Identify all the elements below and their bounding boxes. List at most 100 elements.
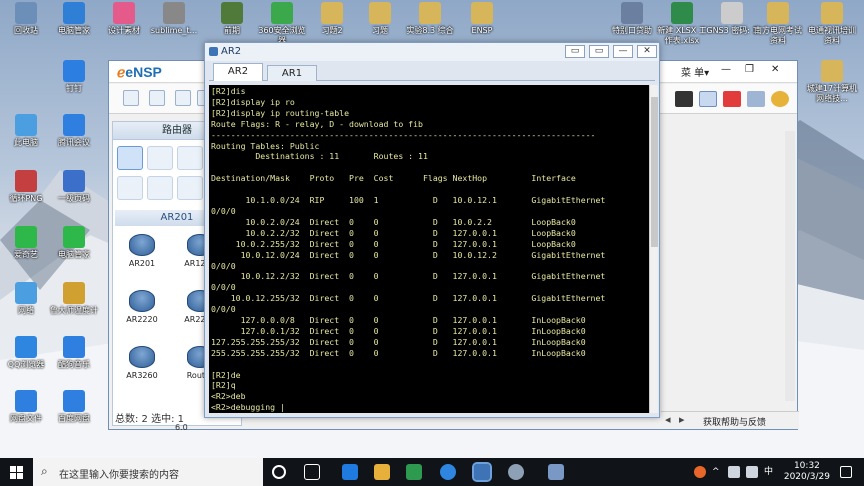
router-category-icon[interactable] (117, 146, 143, 170)
desktop-icon[interactable]: 网盘文件 (0, 390, 52, 424)
virtualbox-icon[interactable] (508, 464, 524, 480)
desktop-icon[interactable]: 城建17计算机网络技... (806, 60, 858, 104)
terminal-maximize-button[interactable]: — (613, 45, 633, 58)
ensp-vertical-scrollbar[interactable] (785, 131, 795, 401)
desktop-icon[interactable]: 钉钉 (48, 60, 100, 94)
desktop-icon-label: 习题2 (321, 26, 343, 35)
scroll-left-icon[interactable]: ◂ (665, 413, 671, 426)
tab-ar1[interactable]: AR1 (267, 65, 317, 81)
input-method-icon[interactable]: 中 (764, 466, 776, 478)
desktop-icon[interactable]: 腾讯会议 (48, 114, 100, 148)
desktop-app-icon (321, 2, 343, 24)
desktop-icon[interactable]: 回收站 (0, 2, 52, 36)
terminal-close-button[interactable]: ✕ (637, 45, 657, 58)
chat-icon[interactable] (699, 91, 717, 107)
terminal-minimize-button[interactable]: ▭ (565, 45, 585, 58)
terminal-console[interactable]: [R2]dis [R2]display ip ro [R2]display ip… (209, 85, 649, 413)
file-explorer-icon[interactable] (374, 464, 390, 480)
desktop-icon[interactable]: 电脑管家 (48, 226, 100, 260)
tray-app-icon[interactable] (694, 466, 706, 478)
device-label: AR201 (128, 259, 156, 268)
desktop-icon[interactable]: 酷狗音乐 (48, 336, 100, 370)
desktop-icon-label: QQ浏览器 (7, 360, 45, 369)
clock[interactable]: 10:32 2020/3/29 (784, 461, 830, 483)
help-icon[interactable] (771, 91, 789, 107)
desktop-icon[interactable]: 一级页码 (48, 170, 100, 204)
desktop-icon[interactable]: 设计素材 (98, 2, 150, 36)
desktop-icon-label: 网盘文件 (10, 414, 42, 423)
desktop-icon[interactable]: 实验8.3 综合 (404, 2, 456, 36)
cloud-category-icon[interactable] (147, 176, 173, 200)
device-item[interactable]: AR3260 (121, 346, 163, 380)
desktop-icon[interactable]: 循环PNG (0, 170, 52, 204)
firewall-category-icon[interactable] (177, 176, 203, 200)
settings-icon[interactable] (747, 91, 765, 107)
minimize-button[interactable]: — (721, 64, 731, 75)
terminal-titlebar: AR2 ▭ ▭ — ✕ (205, 43, 659, 61)
desktop-icon[interactable]: GNS3 密码: 1 (706, 2, 758, 36)
desktop-icon[interactable]: 爱奇艺 (0, 226, 52, 260)
taskbar-search-box[interactable]: ⌕ 在这里输入你要搜索的内容 (33, 458, 263, 486)
store-icon[interactable] (406, 464, 422, 480)
desktop-icon[interactable]: QQ浏览器 (0, 336, 52, 370)
desktop-icon[interactable]: 电通视讯培训资料 (806, 2, 858, 46)
pc-category-icon[interactable] (117, 176, 143, 200)
tab-ar2[interactable]: AR2 (213, 63, 263, 81)
desktop-app-icon (63, 60, 85, 82)
desktop-icon-label: 爱奇艺 (14, 250, 38, 259)
notification-icon[interactable] (840, 466, 852, 478)
desktop-app-icon (15, 282, 37, 304)
task-view-icon[interactable] (304, 464, 320, 480)
app-taskbar-icon[interactable] (548, 464, 564, 480)
edge-icon[interactable] (342, 464, 358, 480)
huawei-logo-icon[interactable] (723, 91, 741, 107)
start-button[interactable] (0, 458, 32, 486)
device-item[interactable]: AR201 (121, 234, 163, 268)
cortana-icon[interactable] (272, 465, 286, 479)
open-icon[interactable] (175, 90, 191, 106)
restore-button[interactable]: ❐ (745, 64, 754, 75)
terminal-scrollbar-thumb[interactable] (651, 97, 658, 247)
ensp-statusbar: 获取帮助与反馈 ◂ ▸ (661, 411, 799, 429)
ensp-logo: ℯeNSP (117, 64, 162, 80)
desktop-icon[interactable]: ENSP (456, 2, 508, 36)
tray-expand-icon[interactable]: ^ (712, 466, 724, 478)
desktop-icon[interactable]: 习题 (354, 2, 406, 36)
desktop-icon[interactable]: 360安全浏览器 (256, 2, 308, 46)
desktop-icon[interactable]: 网络 (0, 282, 52, 316)
terminal-restore-button[interactable]: ▭ (589, 45, 609, 58)
ensp-taskbar-icon[interactable] (472, 462, 492, 482)
qq-browser-icon[interactable] (440, 464, 456, 480)
desktop-icon-label: 网络 (18, 306, 34, 315)
desktop-icon[interactable]: 南方电网考试资料 (752, 2, 804, 46)
menu-button[interactable]: 菜 单▾ (681, 64, 709, 79)
terminal-scrollbar[interactable] (649, 85, 658, 413)
desktop-icon[interactable]: 鲁大师温度计 (48, 282, 100, 316)
help-feedback-link[interactable]: 获取帮助与反馈 (703, 415, 766, 428)
wlan-category-icon[interactable] (177, 146, 203, 170)
desktop-app-icon (221, 2, 243, 24)
new-example-icon[interactable] (149, 90, 165, 106)
topology-icon[interactable] (675, 91, 693, 107)
desktop-icon[interactable]: 前期 (206, 2, 258, 36)
desktop-icon[interactable]: 特别口贷助 (606, 2, 658, 36)
desktop-icon[interactable]: 习题2 (306, 2, 358, 36)
volume-icon[interactable] (746, 466, 758, 478)
desktop-icon[interactable]: 新建 XLSX 工作表.xlsx (656, 2, 708, 46)
close-button[interactable]: ✕ (771, 64, 779, 75)
desktop-icon[interactable]: 电脑管家 (48, 2, 100, 36)
desktop-app-icon (63, 114, 85, 136)
device-item[interactable]: AR2220 (121, 290, 163, 324)
switch-category-icon[interactable] (147, 146, 173, 170)
taskbar: ⌕ 在这里输入你要搜索的内容 ^ 中 10:32 2020/3/29 (0, 458, 864, 486)
scroll-right-icon[interactable]: ▸ (679, 413, 685, 426)
network-icon[interactable] (728, 466, 740, 478)
desktop-app-icon (767, 2, 789, 24)
desktop-icon-label: 腾讯会议 (58, 138, 90, 147)
desktop-icon-label: ENSP (471, 26, 493, 35)
router-icon (129, 234, 155, 256)
new-topology-icon[interactable] (123, 90, 139, 106)
desktop-icon[interactable]: 百度网盘 (48, 390, 100, 424)
desktop-icon[interactable]: sublime_t... (148, 2, 200, 36)
desktop-icon[interactable]: 此电脑 (0, 114, 52, 148)
